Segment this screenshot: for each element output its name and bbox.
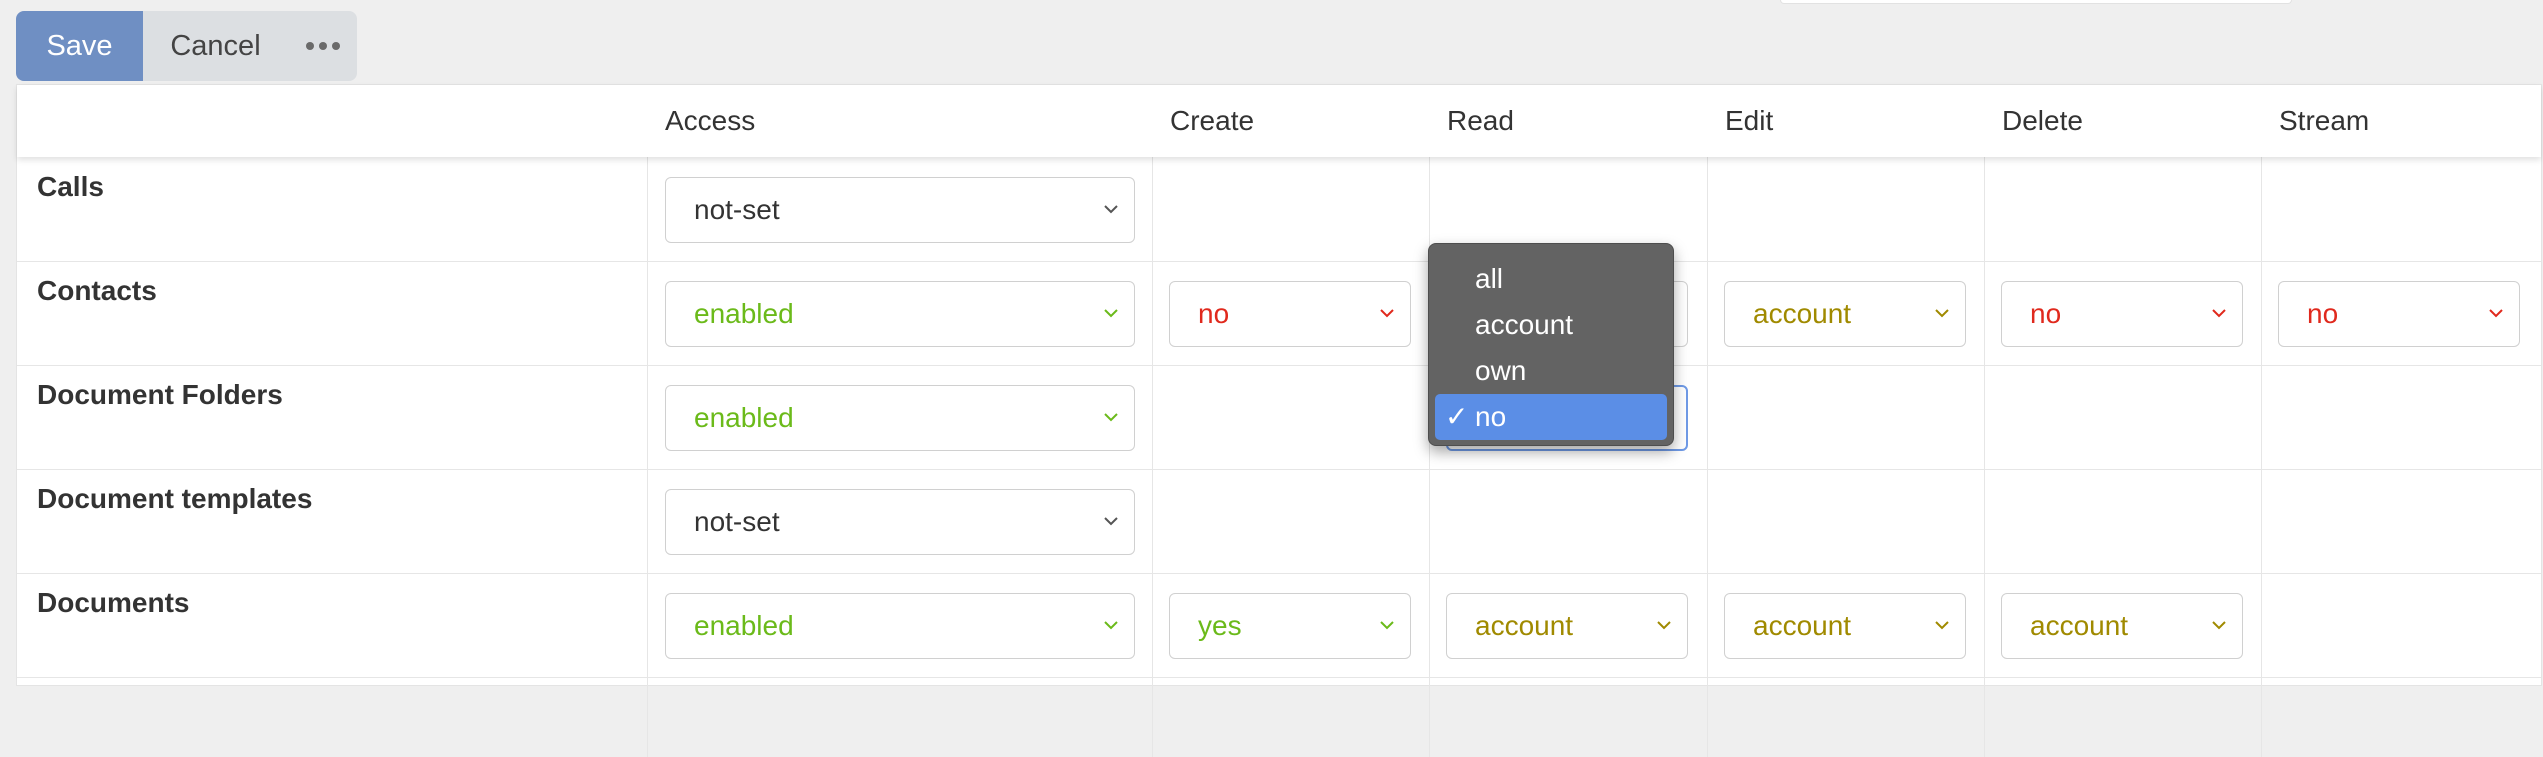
row-label-document-folders: Document Folders	[37, 379, 283, 410]
access-select-document-folders[interactable]: enabled	[665, 385, 1135, 451]
table-row: Contacts enabled no account no no	[17, 261, 2541, 366]
dropdown-option-all[interactable]: all	[1435, 256, 1667, 302]
dropdown-option-own[interactable]: own	[1435, 348, 1667, 394]
more-actions-button[interactable]	[288, 11, 357, 81]
column-header-access: Access	[665, 105, 756, 136]
ellipsis-icon	[305, 42, 340, 50]
dropdown-option-account[interactable]: account	[1435, 302, 1667, 348]
delete-select-documents[interactable]: account	[2001, 593, 2243, 659]
chevron-down-icon	[1104, 517, 1118, 526]
table-row: Calls not-set	[17, 157, 2541, 262]
chevron-down-icon	[1104, 413, 1118, 422]
save-button[interactable]: Save	[16, 11, 143, 81]
access-select-contacts[interactable]: enabled	[665, 281, 1135, 347]
row-label-calls: Calls	[37, 171, 104, 202]
top-right-field	[1780, 0, 2292, 4]
delete-select-contacts[interactable]: no	[2001, 281, 2243, 347]
stream-select-contacts[interactable]: no	[2278, 281, 2520, 347]
column-header-read: Read	[1447, 105, 1514, 136]
column-header-edit: Edit	[1725, 105, 1774, 136]
chevron-down-icon	[1104, 205, 1118, 214]
cancel-button[interactable]: Cancel	[143, 11, 288, 81]
edit-select-documents[interactable]: account	[1724, 593, 1966, 659]
column-divider	[1152, 157, 1153, 757]
row-label-documents: Documents	[37, 587, 190, 618]
access-select-document-templates[interactable]: not-set	[665, 489, 1135, 555]
chevron-down-icon	[1935, 621, 1949, 630]
checkmark-icon: ✓	[1445, 401, 1469, 432]
read-options-dropdown: all account own ✓ no	[1428, 243, 1674, 446]
column-header-delete: Delete	[2002, 105, 2083, 136]
column-header-stream: Stream	[2279, 105, 2370, 136]
column-divider	[2261, 157, 2262, 757]
table-row: Document Folders enabled	[17, 365, 2541, 470]
access-select-calls[interactable]: not-set	[665, 177, 1135, 243]
chevron-down-icon	[1380, 309, 1394, 318]
create-select-contacts[interactable]: no	[1169, 281, 1411, 347]
create-select-documents[interactable]: yes	[1169, 593, 1411, 659]
chevron-down-icon	[1657, 621, 1671, 630]
table-row: Documents enabled yes account account ac…	[17, 573, 2541, 678]
edit-select-contacts[interactable]: account	[1724, 281, 1966, 347]
column-header-create: Create	[1170, 105, 1255, 136]
column-divider	[1707, 157, 1708, 757]
table-header: Access Create Read Edit Delete Stream	[17, 85, 2541, 157]
row-label-document-templates: Document templates	[37, 483, 313, 514]
row-label-contacts: Contacts	[37, 275, 157, 306]
chevron-down-icon	[1935, 309, 1949, 318]
chevron-down-icon	[2489, 309, 2503, 318]
chevron-down-icon	[2212, 621, 2226, 630]
chevron-down-icon	[1104, 309, 1118, 318]
access-select-documents[interactable]: enabled	[665, 593, 1135, 659]
dropdown-option-no[interactable]: ✓ no	[1435, 394, 1667, 440]
column-divider	[647, 157, 648, 757]
chevron-down-icon	[1380, 621, 1394, 630]
table-row: Document templates not-set	[17, 469, 2541, 574]
permissions-table: Access Create Read Edit Delete Stream Ca…	[16, 84, 2542, 757]
chevron-down-icon	[1104, 621, 1118, 630]
column-divider	[1984, 157, 1985, 757]
read-select-documents[interactable]: account	[1446, 593, 1688, 659]
chevron-down-icon	[2212, 309, 2226, 318]
action-toolbar: Save Cancel	[16, 11, 357, 81]
